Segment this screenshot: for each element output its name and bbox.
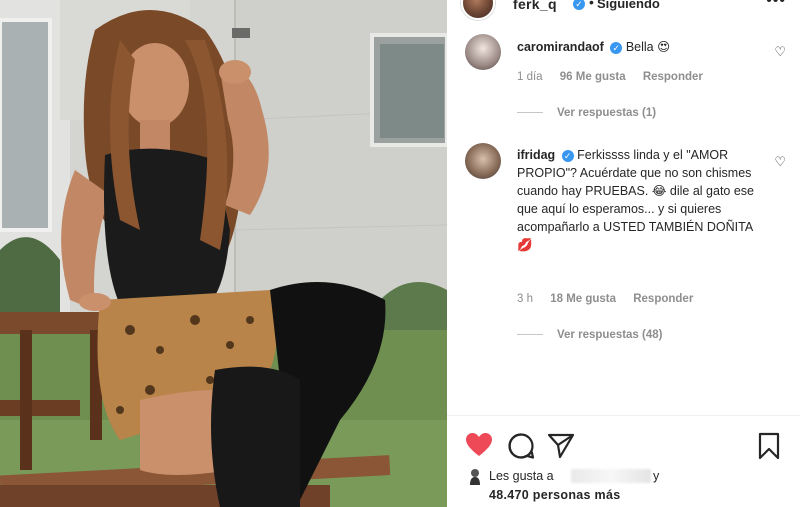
comment-icon[interactable] bbox=[507, 432, 535, 460]
post-actions bbox=[447, 430, 800, 462]
liker-username-blurred[interactable] bbox=[571, 469, 651, 483]
view-replies-button[interactable]: Ver respuestas (1) bbox=[517, 107, 656, 119]
divider bbox=[447, 415, 800, 416]
comment-emoji: 💋 bbox=[517, 238, 533, 252]
author-username[interactable]: ferk_q bbox=[513, 0, 557, 12]
commenter-username[interactable]: caromirandaof bbox=[517, 40, 604, 54]
more-icon[interactable]: ••• bbox=[766, 0, 786, 10]
comment-time: 1 día bbox=[517, 71, 543, 83]
comment-content: Bella bbox=[625, 40, 654, 54]
comment-meta: 3 h 18 Me gusta Responder bbox=[517, 293, 707, 305]
verified-icon: ✓ bbox=[561, 149, 574, 162]
comment-emoji: 😂 bbox=[651, 184, 667, 198]
likes-count[interactable]: 48.470 personas más bbox=[489, 488, 620, 502]
view-replies-label: Ver respuestas (1) bbox=[557, 107, 657, 119]
commenter-username[interactable]: ifridag bbox=[517, 148, 555, 162]
replies-line bbox=[517, 112, 543, 114]
reply-button[interactable]: Responder bbox=[643, 71, 703, 83]
comment-likes[interactable]: 18 Me gusta bbox=[550, 293, 616, 305]
verified-icon: ✓ bbox=[610, 41, 623, 54]
heart-outline-icon[interactable]: ♡ bbox=[774, 154, 786, 170]
post-side-panel: ferk_q ✓ • Siguiendo ••• caromirandaof ✓… bbox=[447, 0, 800, 507]
reply-button[interactable]: Responder bbox=[633, 293, 693, 305]
heart-outline-icon[interactable]: ♡ bbox=[774, 44, 786, 60]
comment-emoji: 😍 bbox=[657, 40, 671, 54]
comment-text: ifridag ✓ Ferkissss linda y el "AMOR PRO… bbox=[517, 146, 757, 254]
author-avatar[interactable] bbox=[461, 0, 495, 20]
post-header: ferk_q ✓ • Siguiendo ••• bbox=[447, 0, 800, 20]
replies-line bbox=[517, 334, 543, 336]
header-separator: • bbox=[589, 0, 594, 10]
follow-button[interactable]: Siguiendo bbox=[597, 0, 660, 11]
verified-icon: ✓ bbox=[573, 0, 585, 10]
commenter-avatar[interactable] bbox=[465, 143, 501, 179]
view-replies-label: Ver respuestas (48) bbox=[557, 329, 663, 341]
comment-time: 3 h bbox=[517, 293, 533, 305]
likes-prefix: Les gusta a bbox=[489, 469, 554, 483]
view-replies-button[interactable]: Ver respuestas (48) bbox=[517, 329, 662, 341]
comment-text: caromirandaof ✓ Bella 😍 bbox=[517, 38, 757, 56]
comment-meta: 1 día 96 Me gusta Responder bbox=[517, 71, 717, 83]
likes-conjunction: y bbox=[653, 469, 660, 483]
post-photo[interactable] bbox=[0, 0, 447, 507]
comment-likes[interactable]: 96 Me gusta bbox=[560, 71, 626, 83]
post-photo-image bbox=[0, 0, 447, 507]
share-icon[interactable] bbox=[547, 432, 575, 460]
commenter-avatar[interactable] bbox=[465, 34, 501, 70]
liker-avatar[interactable] bbox=[467, 468, 483, 486]
bookmark-icon[interactable] bbox=[757, 432, 781, 460]
heart-filled-icon[interactable] bbox=[465, 432, 493, 458]
